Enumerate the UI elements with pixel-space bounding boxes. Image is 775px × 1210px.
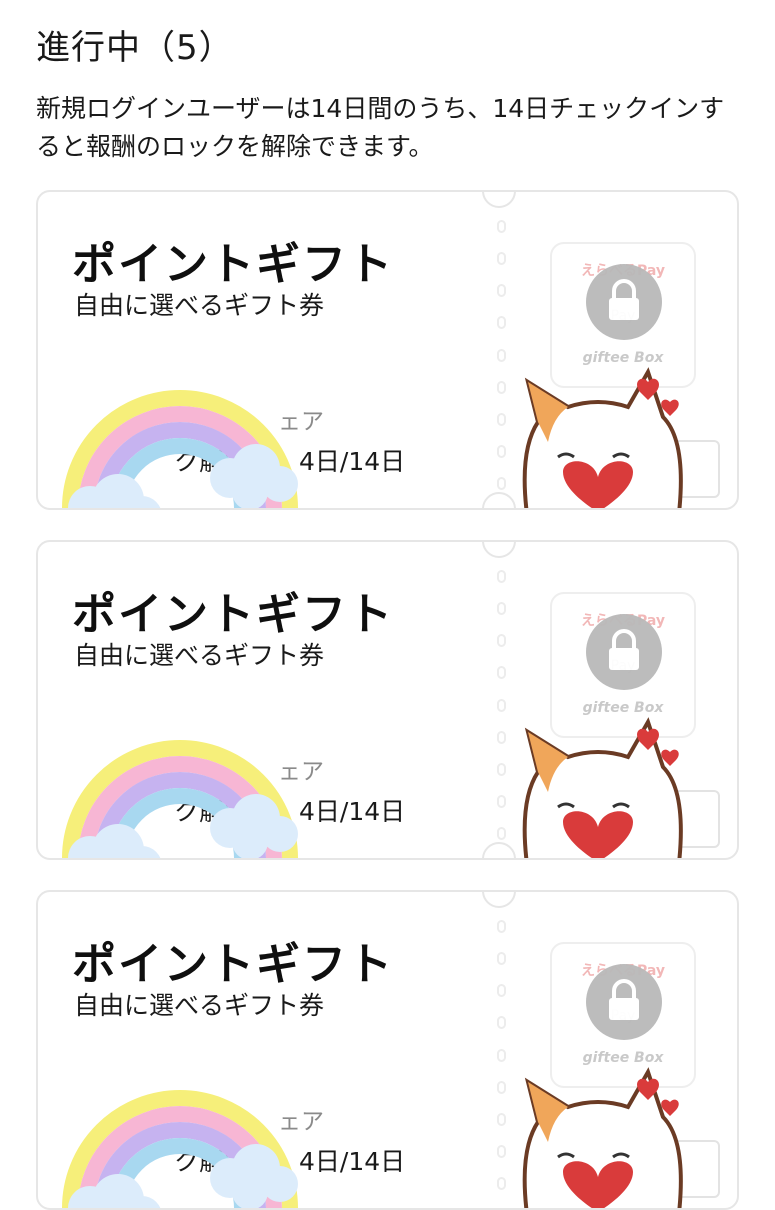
rainbow-sticker (62, 1090, 298, 1208)
ticket-notch (482, 892, 516, 908)
cat-sticker (522, 367, 683, 508)
section-title: 進行中（5） (36, 28, 234, 68)
card-subtitle: 自由に選べるギフト券 (74, 991, 325, 1020)
card-title: ポイントギフト (72, 589, 394, 640)
lock-icon (586, 614, 662, 690)
rainbow-sticker (62, 740, 298, 858)
cat-sticker (522, 717, 683, 858)
reward-card[interactable]: ポイントギフト 自由に選べるギフト券 ェア ク解除 4日/14日 えらべるPay… (36, 540, 739, 860)
card-subtitle: 自由に選べるギフト券 (74, 291, 325, 320)
rainbow-sticker (62, 390, 298, 508)
section-description: 新規ログインユーザーは14日間のうち、14日チェックインすると報酬のロックを解除… (36, 94, 725, 161)
lock-icon (586, 964, 662, 1040)
reward-card[interactable]: ポイントギフト 自由に選べるギフト券 ェア ク解除 4日/14日 えらべるPay… (36, 190, 739, 510)
reward-card[interactable]: ポイントギフト 自由に選べるギフト券 ェア ク解除 4日/14日 えらべるPay… (36, 890, 739, 1210)
card-subtitle: 自由に選べるギフト券 (74, 641, 325, 670)
ticket-notch (482, 542, 516, 558)
card-title: ポイントギフト (72, 939, 394, 990)
cat-sticker (522, 1067, 683, 1208)
card-title: ポイントギフト (72, 239, 394, 290)
lock-icon (586, 264, 662, 340)
ticket-notch (482, 192, 516, 208)
